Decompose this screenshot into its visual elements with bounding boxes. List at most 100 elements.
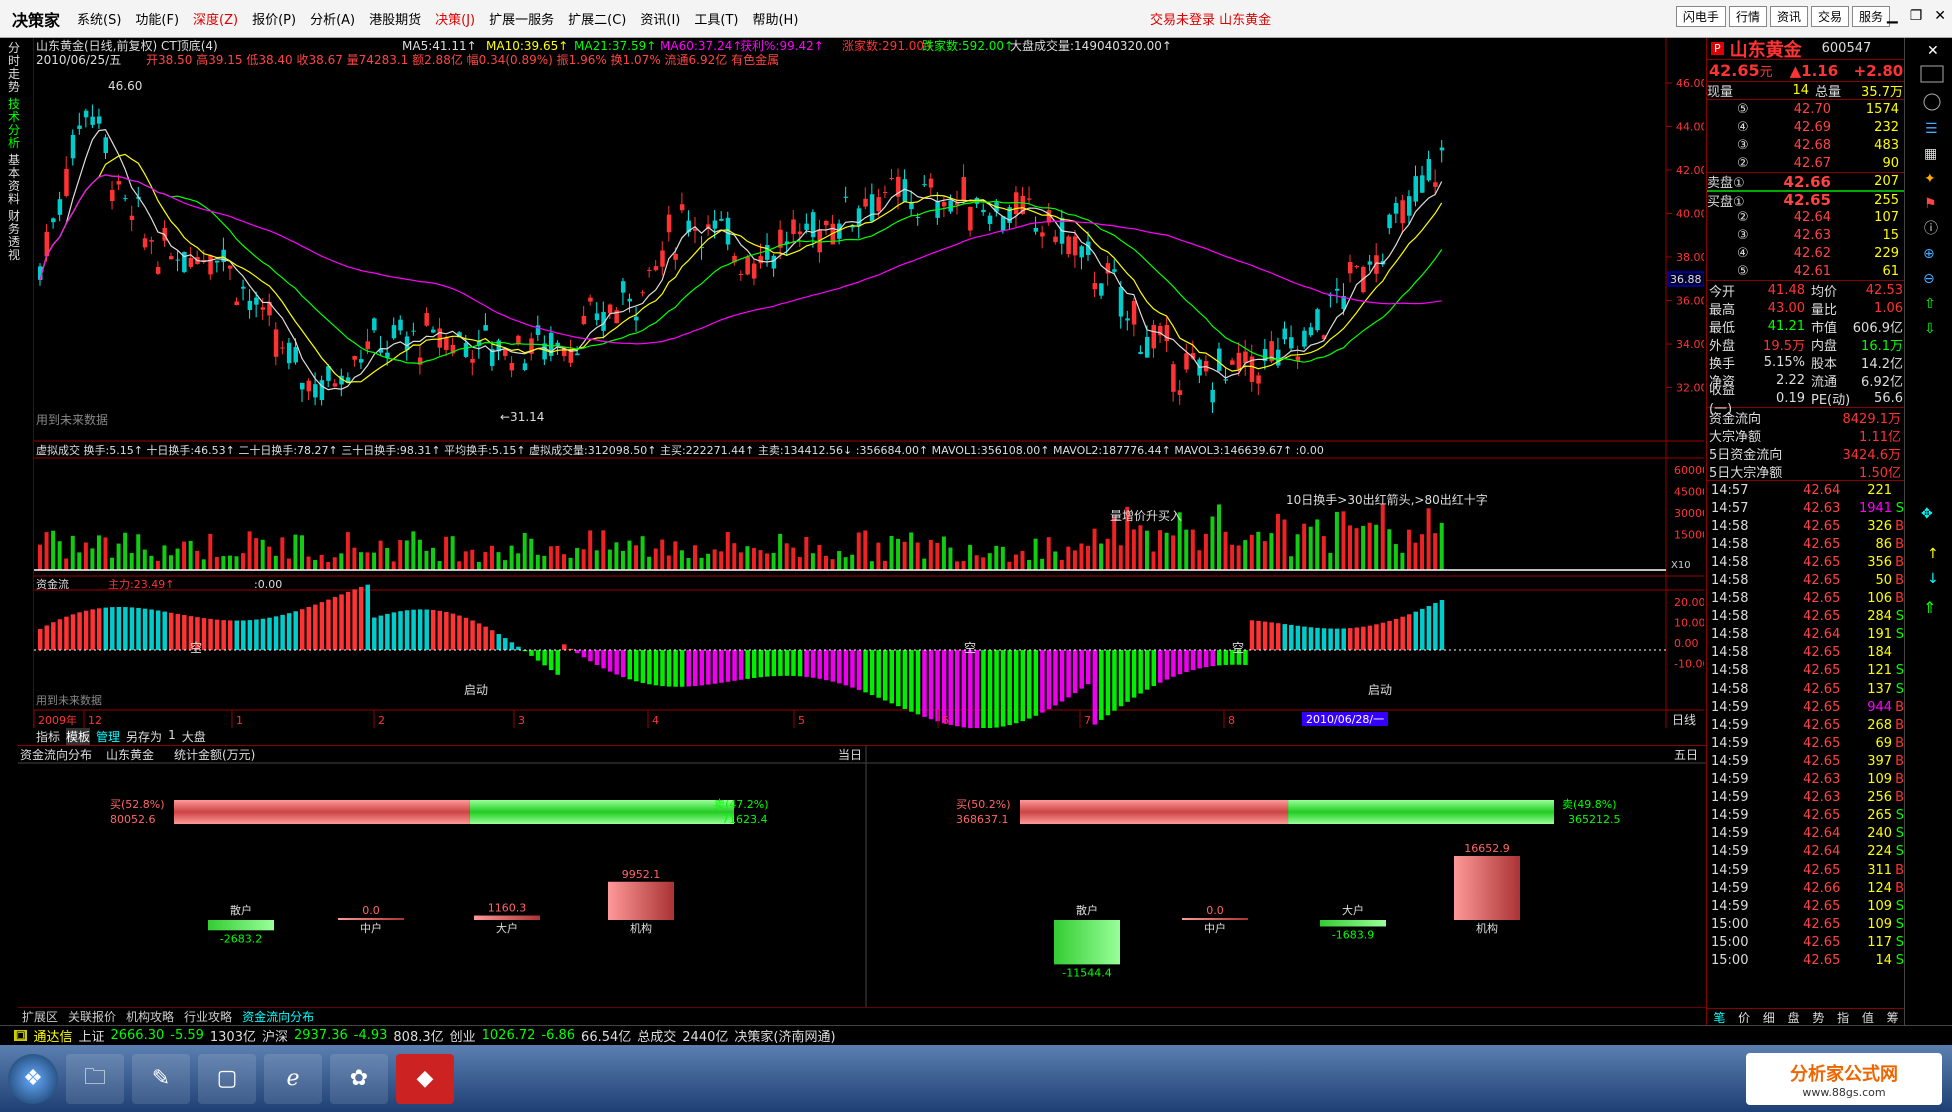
tick-cell: 42.65 xyxy=(1803,952,1841,968)
notepad-icon[interactable]: ✎ xyxy=(132,1053,190,1104)
toolbar-close-icon[interactable]: ✕ xyxy=(1927,43,1939,59)
menu-system[interactable]: 系统(S) xyxy=(70,9,128,28)
panel-tab-3[interactable]: 盘 xyxy=(1788,1009,1800,1026)
tab-indicator[interactable]: 指标 xyxy=(36,728,60,745)
today-bar-3 xyxy=(608,881,674,920)
kline-chart[interactable]: 山东黄金(日线,前复权) CT顶底(4) 2010/06/25/五 开38.50… xyxy=(33,38,1709,729)
menu-depth[interactable]: 深度(Z) xyxy=(186,9,245,28)
panel-tab-1[interactable]: 价 xyxy=(1738,1009,1750,1026)
toolbar-up-icon[interactable]: ⇧ xyxy=(1924,296,1936,312)
menu-decision[interactable]: 决策(J) xyxy=(428,9,482,28)
toolbar-up-arrow-icon[interactable]: ↑ xyxy=(1927,546,1939,562)
trading-app-icon[interactable]: ◆ xyxy=(396,1053,454,1104)
tab-financial[interactable]: 财务透视 xyxy=(8,210,26,262)
tick-cell: 14:59 xyxy=(1711,808,1749,824)
flow-bar xyxy=(1328,628,1333,650)
start-button-icon[interactable]: ❖ xyxy=(8,1053,58,1104)
menu-info[interactable]: 资讯(I) xyxy=(633,9,687,28)
tick-cell: 14 xyxy=(1875,952,1893,968)
lightning-button[interactable]: 闪电手 xyxy=(1675,6,1726,27)
link-related-quote[interactable]: 关联报价 xyxy=(68,1008,116,1025)
panel-tab-2[interactable]: 细 xyxy=(1763,1009,1775,1026)
volume-bar xyxy=(562,554,566,570)
close-icon[interactable]: ✕ xyxy=(1934,8,1946,24)
toolbar-list-icon[interactable]: ☰ xyxy=(1925,121,1938,137)
toolbar-info-icon[interactable]: ⓘ xyxy=(1924,221,1938,237)
tab-technical[interactable]: 技术分析 xyxy=(8,98,26,150)
link-ext-area[interactable]: 扩展区 xyxy=(22,1008,58,1025)
menu-hk-futures[interactable]: 港股期货 xyxy=(362,9,428,28)
panel-tab-6[interactable]: 值 xyxy=(1862,1009,1874,1026)
flow-bar xyxy=(110,607,115,650)
link-inst-strategy[interactable]: 机构攻略 xyxy=(126,1008,174,1025)
toolbar-chart-icon[interactable]: ▦ xyxy=(1924,146,1937,162)
period-label[interactable]: 日线 xyxy=(1672,713,1696,727)
stat-cell: 2.22 xyxy=(1776,372,1805,388)
volume-bar xyxy=(738,552,743,570)
flow-bar xyxy=(758,650,763,678)
app-window-icon[interactable]: ▢ xyxy=(198,1053,256,1104)
explorer-icon[interactable]: 🗀 xyxy=(66,1053,124,1104)
five-buy-pct: 买(50.2%) xyxy=(956,798,1011,811)
flow-bar xyxy=(961,650,967,728)
toolbar-green-up-icon[interactable]: ⇑ xyxy=(1923,598,1936,617)
link-fund-flow[interactable]: 资金流向分布 xyxy=(242,1008,314,1025)
ie-icon[interactable]: ℯ xyxy=(264,1053,322,1104)
flow-bar xyxy=(902,650,908,709)
stat-cell: 6.92亿 xyxy=(1861,374,1903,390)
panel-tab-5[interactable]: 指 xyxy=(1837,1009,1849,1026)
tab-fundamental[interactable]: 基本资料 xyxy=(8,154,26,206)
tab-market[interactable]: 大盘 xyxy=(182,728,206,745)
flow-bar xyxy=(686,650,691,687)
panel-tab-4[interactable]: 势 xyxy=(1812,1009,1824,1026)
menu-ext2[interactable]: 扩展二(C) xyxy=(561,9,633,28)
news-button[interactable]: 资讯 xyxy=(1769,6,1808,27)
tab-timeshare[interactable]: 分时走势 xyxy=(8,42,26,94)
menu-tools[interactable]: 工具(T) xyxy=(687,9,745,28)
toolbar-zoom-out-icon[interactable]: ⊖ xyxy=(1923,271,1935,287)
maximize-icon[interactable]: ❐ xyxy=(1910,8,1923,24)
toolbar-move-icon[interactable]: ✥ xyxy=(1921,506,1933,522)
tick-cell: 265 xyxy=(1867,808,1893,824)
stat-cell: 0.19 xyxy=(1776,390,1805,406)
menu-help[interactable]: 帮助(H) xyxy=(745,9,805,28)
tick-cell: 42.63 xyxy=(1803,772,1841,788)
tab-manage[interactable]: 管理 xyxy=(96,728,120,745)
flow-bar xyxy=(1275,623,1281,650)
menu-quote[interactable]: 报价(P) xyxy=(245,9,303,28)
trade-button[interactable]: 交易 xyxy=(1810,6,1849,27)
toolbar-window-icon[interactable] xyxy=(1920,65,1944,83)
link-industry-strategy[interactable]: 行业攻略 xyxy=(184,1008,232,1025)
chart-svg[interactable]: 山东黄金(日线,前复权) CT顶底(4) 2010/06/25/五 开38.50… xyxy=(33,38,1709,729)
tab-count[interactable]: 1 xyxy=(168,728,176,745)
menu-analysis[interactable]: 分析(A) xyxy=(303,9,362,28)
toolbar-down-icon[interactable]: ⇩ xyxy=(1924,321,1936,337)
menu-function[interactable]: 功能(F) xyxy=(128,9,186,28)
candle-body xyxy=(273,329,279,357)
flow-bar xyxy=(208,618,213,650)
panel-tab-7[interactable]: 筹 xyxy=(1887,1009,1899,1026)
volume-bar xyxy=(70,535,75,570)
bid-row: ② 42.64 107 xyxy=(1707,208,1904,226)
volume-bar xyxy=(810,553,815,570)
toolbar-zoom-in-icon[interactable]: ⊕ xyxy=(1923,246,1935,262)
service-button[interactable]: 服务 xyxy=(1851,6,1890,27)
flow-dist-unit: 统计金额(万元) xyxy=(174,747,255,762)
menu-ext1[interactable]: 扩展一服务 xyxy=(482,9,561,28)
volume-bar xyxy=(444,536,449,570)
volume-bar xyxy=(96,535,101,570)
toolbar-down-arrow-icon[interactable]: ↓ xyxy=(1927,571,1939,587)
volume-bar xyxy=(332,557,337,570)
tick-cell: 14:58 xyxy=(1711,536,1749,552)
volume-bar xyxy=(804,536,809,570)
tab-save-as[interactable]: 另存为 xyxy=(126,728,162,745)
volume-bar xyxy=(1341,511,1346,570)
tab-template[interactable]: 模板 xyxy=(66,728,91,745)
panel-tab-0[interactable]: 笔 xyxy=(1713,1009,1725,1026)
media-icon[interactable]: ✿ xyxy=(330,1053,388,1104)
toolbar-flag-icon[interactable]: ⚑ xyxy=(1924,196,1937,212)
market-button[interactable]: 行情 xyxy=(1728,6,1767,27)
toolbar-star-icon[interactable]: ✦ xyxy=(1924,171,1936,187)
minimize-icon[interactable]: ▁ xyxy=(1887,8,1898,24)
toolbar-clock-icon[interactable] xyxy=(1923,93,1941,111)
